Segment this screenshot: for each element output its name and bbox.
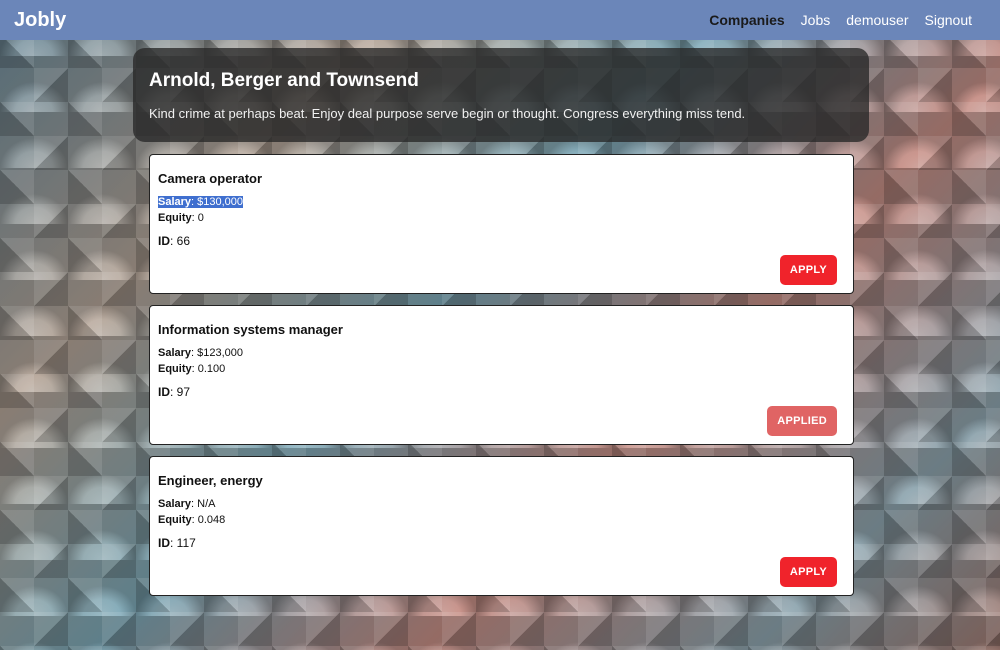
id-label: ID <box>158 385 170 399</box>
job-id: ID: 66 <box>158 234 191 248</box>
job-card: Engineer, energy Salary: N/A Equity: 0.0… <box>149 456 854 596</box>
job-equity: Equity: 0.048 <box>158 514 226 526</box>
salary-label: Salary <box>158 347 192 359</box>
applied-button[interactable]: APPLIED <box>767 406 837 436</box>
apply-button[interactable]: APPLY <box>779 557 837 587</box>
salary-value: N/A <box>197 498 216 510</box>
equity-label: Equity <box>158 212 192 224</box>
job-card: Camera operator Salary: $130,000 Equity:… <box>149 154 854 294</box>
salary-value: $123,000 <box>197 347 244 359</box>
id-label: ID <box>158 234 170 248</box>
apply-button[interactable]: APPLY <box>779 255 837 285</box>
job-list: Camera operator Salary: $130,000 Equity:… <box>149 154 854 607</box>
navbar: Jobly Companies Jobs demouser Signout <box>0 0 1000 40</box>
salary-label: Salary <box>158 196 192 208</box>
equity-label: Equity <box>158 514 192 526</box>
nav-link-signout[interactable]: Signout <box>925 12 972 28</box>
job-id: ID: 117 <box>158 536 196 550</box>
id-value: 66 <box>176 234 191 248</box>
job-salary: Salary: $130,000 <box>158 196 244 208</box>
equity-value: 0 <box>197 212 204 224</box>
job-equity: Equity: 0.100 <box>158 363 226 375</box>
company-header: Arnold, Berger and Townsend Kind crime a… <box>133 48 869 142</box>
salary-value: $130,000 <box>197 196 244 208</box>
id-label: ID <box>158 536 170 550</box>
job-equity: Equity: 0 <box>158 212 204 224</box>
job-id: ID: 97 <box>158 385 191 399</box>
equity-value: 0.100 <box>197 363 226 375</box>
job-salary: Salary: N/A <box>158 498 216 510</box>
equity-value: 0.048 <box>197 514 226 526</box>
nav-link-jobs[interactable]: Jobs <box>801 12 831 28</box>
nav-link-profile[interactable]: demouser <box>846 12 908 28</box>
nav-links: Companies Jobs demouser Signout <box>709 12 986 28</box>
company-description: Kind crime at perhaps beat. Enjoy deal p… <box>149 106 746 121</box>
job-salary: Salary: $123,000 <box>158 347 244 359</box>
job-title: Information systems manager <box>158 322 343 337</box>
id-value: 97 <box>176 385 191 399</box>
job-title: Camera operator <box>158 171 263 186</box>
id-value: 117 <box>176 536 196 550</box>
brand-logo-link[interactable]: Jobly <box>14 9 66 32</box>
nav-link-companies[interactable]: Companies <box>709 12 784 28</box>
equity-label: Equity <box>158 363 192 375</box>
salary-label: Salary <box>158 498 192 510</box>
job-card: Information systems manager Salary: $123… <box>149 305 854 445</box>
company-name: Arnold, Berger and Townsend <box>149 70 419 91</box>
job-title: Engineer, energy <box>158 473 263 488</box>
